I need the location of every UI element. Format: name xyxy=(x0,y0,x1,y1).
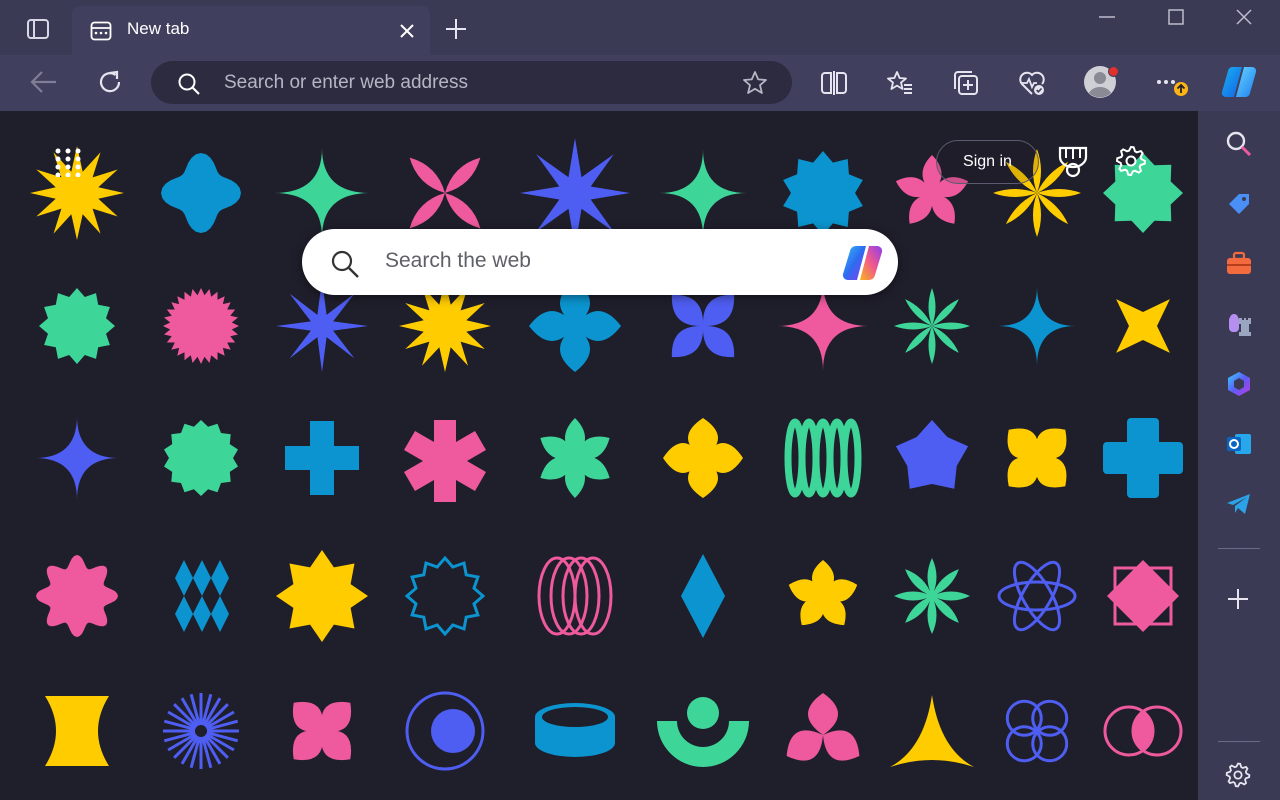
new-tab-plus-icon[interactable] xyxy=(445,18,467,40)
cylinder-top-shape xyxy=(542,707,608,727)
copilot-icon[interactable] xyxy=(840,242,886,284)
trefoil-shape xyxy=(786,693,860,761)
navigation-toolbar: Search or enter web address xyxy=(0,55,1280,111)
address-placeholder: Search or enter web address xyxy=(224,72,468,93)
maximize-icon[interactable] xyxy=(1167,8,1185,26)
diamond-shape xyxy=(681,554,725,638)
outline-badge-shape xyxy=(404,555,486,637)
scallop-shape xyxy=(36,555,118,637)
diamond-shape xyxy=(1107,560,1179,632)
seal-shape xyxy=(164,420,238,496)
profile-avatar[interactable] xyxy=(1084,66,1119,98)
diamond-shape xyxy=(175,560,193,596)
arc-dot-shape xyxy=(687,697,719,729)
plus-shape xyxy=(285,421,359,495)
flower-shape xyxy=(540,418,610,498)
cloud-shape xyxy=(161,153,241,233)
diamond-shape xyxy=(211,560,229,596)
rounded-plus-shape xyxy=(1103,418,1183,498)
bowtie-shape xyxy=(671,294,735,358)
favorite-star-icon[interactable] xyxy=(742,70,768,96)
outlook-icon[interactable] xyxy=(1225,430,1253,458)
quad-ring-shape xyxy=(1031,699,1069,737)
tab-actions-icon[interactable] xyxy=(26,17,50,41)
clover-shape xyxy=(1007,428,1067,488)
refresh-icon[interactable] xyxy=(96,68,124,96)
clover-shape xyxy=(663,418,743,498)
badge-shape xyxy=(39,288,115,364)
decorative-shapes-background xyxy=(30,138,1183,771)
back-icon[interactable] xyxy=(30,69,58,95)
moon-shape xyxy=(431,709,475,753)
profile-notification-dot xyxy=(1108,66,1119,77)
edge-sidebar xyxy=(1198,111,1280,800)
collections-icon[interactable] xyxy=(952,69,980,97)
search-icon xyxy=(178,73,200,95)
add-icon[interactable] xyxy=(1226,587,1250,611)
close-window-icon[interactable] xyxy=(1235,8,1253,26)
diamond-shape xyxy=(193,596,211,632)
search-icon xyxy=(331,250,359,278)
seal-shape xyxy=(163,288,239,364)
web-search-box[interactable]: Search the web xyxy=(302,229,898,295)
sparkle-shape xyxy=(274,148,370,238)
flower-shape xyxy=(894,558,970,634)
rewards-trophy-icon[interactable] xyxy=(1056,145,1090,179)
asterisk-shape xyxy=(404,420,486,502)
diamond-shape xyxy=(193,560,211,596)
tools-briefcase-icon[interactable] xyxy=(1225,250,1253,278)
split-screen-icon[interactable] xyxy=(820,69,848,97)
bowtie-shape xyxy=(292,701,352,761)
petal-cross-shape xyxy=(409,157,481,229)
flower-shape xyxy=(788,560,858,626)
minimize-icon[interactable] xyxy=(1098,8,1116,26)
more-menu-icon[interactable] xyxy=(1155,69,1191,99)
badge-shape xyxy=(783,151,863,235)
star-shape xyxy=(276,550,368,642)
sidebar-divider xyxy=(1218,741,1260,742)
diamond-shape xyxy=(211,596,229,632)
tab-new-tab[interactable]: New tab xyxy=(72,6,430,55)
sparkle-shape xyxy=(998,286,1076,366)
app-launcher-icon[interactable] xyxy=(53,147,83,177)
ring-stack-shape xyxy=(840,418,862,498)
copilot-icon[interactable] xyxy=(1220,64,1258,100)
search-placeholder: Search the web xyxy=(385,249,531,272)
sign-in-button[interactable]: Sign in xyxy=(936,140,1039,184)
hourglass-shape xyxy=(45,696,109,766)
title-bar: New tab xyxy=(0,0,1280,55)
search-icon[interactable] xyxy=(1225,130,1253,158)
new-tab-page-icon xyxy=(90,21,112,41)
games-icon[interactable] xyxy=(1225,310,1253,338)
sparkle-shape xyxy=(659,149,747,237)
new-tab-page: Sign in Search the web xyxy=(2,111,1198,800)
tab-title: New tab xyxy=(127,19,190,38)
telegram-icon[interactable] xyxy=(1225,490,1253,518)
atom-shape xyxy=(997,580,1077,612)
sign-in-label: Sign in xyxy=(963,153,1012,170)
close-tab-icon[interactable] xyxy=(399,23,415,39)
browser-essentials-icon[interactable] xyxy=(1018,69,1046,97)
pentagon-shape xyxy=(895,420,969,489)
star-shape xyxy=(1116,299,1170,353)
address-bar[interactable]: Search or enter web address xyxy=(151,61,792,104)
triangle-shape xyxy=(890,695,974,767)
favorites-icon[interactable] xyxy=(886,69,914,97)
microsoft365-icon[interactable] xyxy=(1225,370,1253,398)
sparkle-shape xyxy=(35,416,119,500)
shopping-tag-icon[interactable] xyxy=(1225,190,1253,218)
sidebar-divider xyxy=(1218,548,1260,549)
diamond-shape xyxy=(175,596,193,632)
settings-gear-icon[interactable] xyxy=(1115,145,1147,177)
flower-shape xyxy=(894,288,970,364)
settings-gear-icon[interactable] xyxy=(1225,762,1251,788)
